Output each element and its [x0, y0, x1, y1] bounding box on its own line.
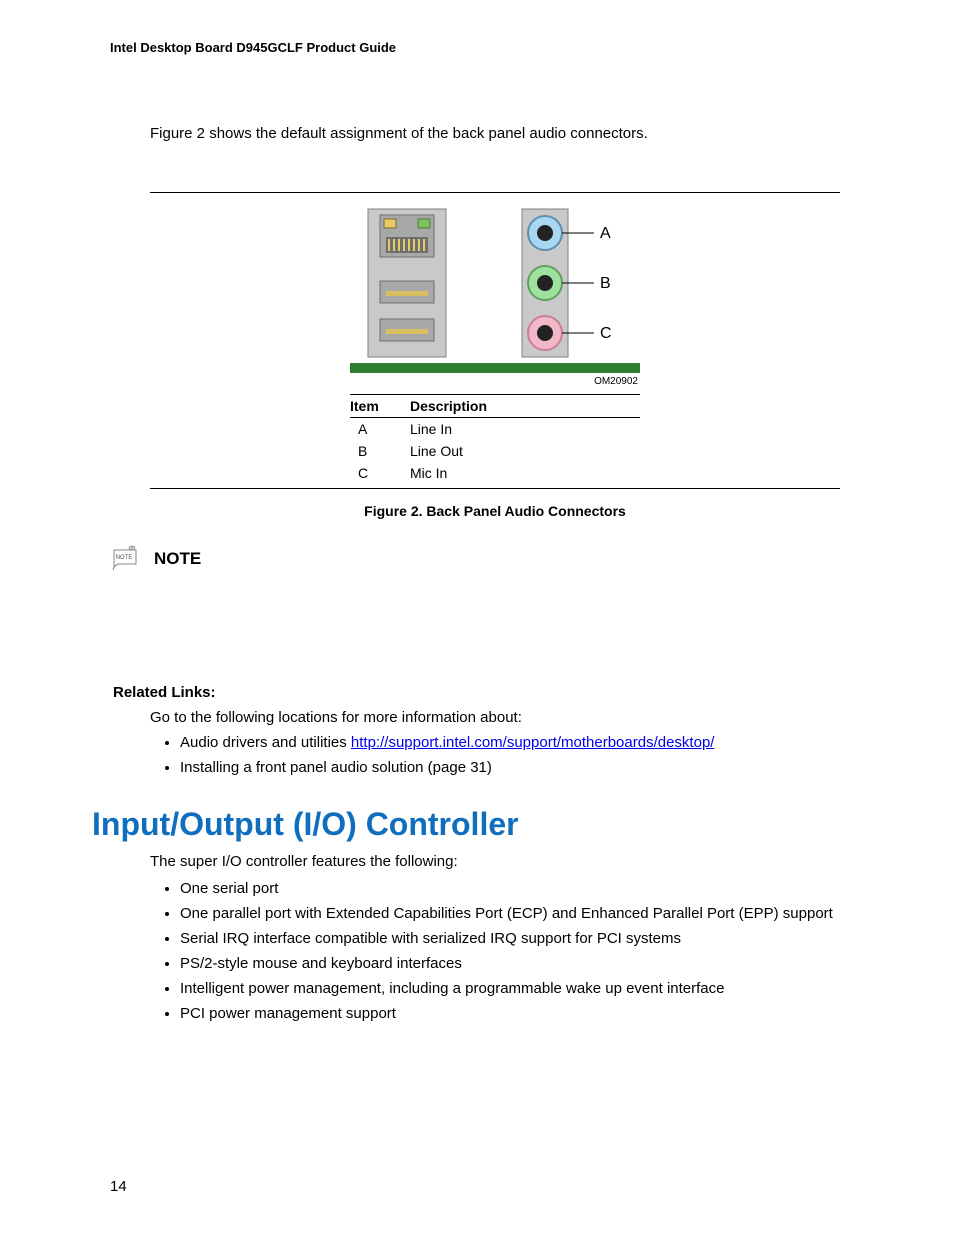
- legend-desc: Line Out: [410, 440, 640, 462]
- list-item: Installing a front panel audio solution …: [180, 757, 844, 778]
- related-link[interactable]: http://support.intel.com/support/motherb…: [351, 734, 715, 751]
- legend-item: A: [350, 418, 410, 441]
- legend-item: C: [350, 462, 410, 484]
- page-number: 14: [110, 1178, 127, 1195]
- list-item: Serial IRQ interface compatible with ser…: [180, 928, 844, 949]
- list-item: Audio drivers and utilities http://suppo…: [180, 732, 844, 753]
- list-item: PCI power management support: [180, 1003, 844, 1024]
- page-header-title: Intel Desktop Board D945GCLF Product Gui…: [110, 40, 844, 55]
- legend-desc: Mic In: [410, 462, 640, 484]
- list-item: One parallel port with Extended Capabili…: [180, 903, 844, 924]
- list-item: Intelligent power management, including …: [180, 978, 844, 999]
- note-icon: NOTE: [110, 544, 144, 574]
- note-block: NOTE NOTE: [110, 544, 844, 574]
- legend-header-desc: Description: [410, 395, 640, 418]
- table-row: C Mic In: [350, 462, 640, 484]
- legend-header-item: Item: [350, 395, 410, 418]
- io-feature-list: One serial port One parallel port with E…: [180, 878, 844, 1024]
- legend-item: B: [350, 440, 410, 462]
- legend-desc: Line In: [410, 418, 640, 441]
- legend-table: Item Description A Line In B Line Out C …: [350, 394, 640, 484]
- table-row: B Line Out: [350, 440, 640, 462]
- io-controller-intro: The super I/O controller features the fo…: [150, 853, 844, 870]
- intro-paragraph: Figure 2 shows the default assignment of…: [150, 125, 844, 142]
- related-links-list: Audio drivers and utilities http://suppo…: [180, 732, 844, 778]
- list-item: PS/2-style mouse and keyboard interfaces: [180, 953, 844, 974]
- jack-label-a: A: [600, 225, 611, 242]
- svg-text:NOTE: NOTE: [116, 555, 133, 561]
- note-label: NOTE: [154, 549, 201, 569]
- list-item: One serial port: [180, 878, 844, 899]
- figure-container: A B C OM20902 Item Description A Line In…: [150, 192, 840, 489]
- related-links-heading: Related Links:: [113, 684, 844, 701]
- jack-label-c: C: [600, 325, 612, 342]
- back-panel-diagram: A B C OM20902: [350, 201, 640, 386]
- table-row: A Line In: [350, 418, 640, 441]
- related-item-prefix: Audio drivers and utilities: [180, 734, 351, 751]
- io-controller-heading: Input/Output (I/O) Controller: [92, 806, 844, 843]
- figure-caption: Figure 2. Back Panel Audio Connectors: [150, 503, 840, 519]
- diagram-id: OM20902: [594, 376, 638, 386]
- jack-label-b: B: [600, 275, 611, 292]
- diagram-area: A B C OM20902: [150, 193, 840, 386]
- related-links-intro: Go to the following locations for more i…: [150, 709, 844, 726]
